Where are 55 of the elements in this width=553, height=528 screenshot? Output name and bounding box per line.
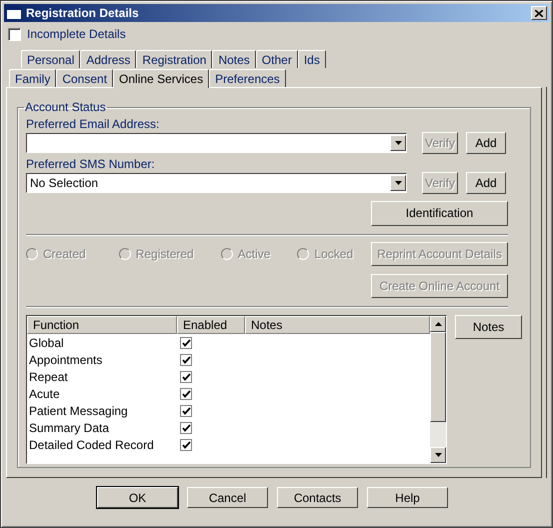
add-button[interactable]: Add bbox=[466, 172, 506, 194]
enabled-checkbox[interactable] bbox=[180, 388, 192, 400]
close-button[interactable] bbox=[531, 6, 547, 20]
enabled-checkbox[interactable] bbox=[180, 336, 192, 348]
dialog-button[interactable]: OK bbox=[97, 487, 178, 508]
checkbox-label: Incomplete Details bbox=[27, 27, 126, 41]
tab[interactable]: Registration bbox=[136, 50, 212, 68]
down-arrow-icon bbox=[394, 181, 402, 185]
table-cell-text: Summary Data bbox=[28, 420, 110, 434]
tab[interactable]: Online Services bbox=[113, 69, 210, 88]
field-label: Preferred Email Address: bbox=[26, 116, 160, 132]
group-title: Account Status bbox=[24, 100, 107, 114]
table-cell-text: Global bbox=[28, 336, 65, 350]
tab[interactable]: Address bbox=[80, 50, 136, 68]
field-label: Preferred SMS Number: bbox=[26, 156, 156, 172]
enabled-checkbox[interactable] bbox=[180, 370, 192, 382]
window-icon bbox=[6, 6, 22, 20]
dialog-button[interactable]: Cancel bbox=[187, 487, 268, 508]
radio-label: Registered bbox=[136, 247, 194, 261]
dialog-button[interactable]: Help bbox=[367, 487, 448, 508]
close-icon bbox=[535, 10, 543, 16]
identification-button[interactable]: Identification bbox=[371, 200, 508, 226]
enabled-checkbox[interactable] bbox=[180, 438, 192, 450]
incomplete-checkbox[interactable] bbox=[8, 28, 21, 40]
combo-box[interactable]: No Selection bbox=[26, 173, 407, 193]
notes-button[interactable]: Notes bbox=[455, 315, 522, 339]
table-cell-text: Appointments bbox=[28, 352, 104, 366]
table-cell-text: Patient Messaging bbox=[28, 404, 129, 418]
tab[interactable]: Personal bbox=[21, 50, 80, 68]
tab[interactable]: Consent bbox=[56, 69, 114, 87]
tab[interactable]: Notes bbox=[212, 50, 256, 68]
down-arrow-icon bbox=[394, 141, 402, 145]
column-header[interactable]: Function bbox=[27, 316, 177, 334]
radio-label: Created bbox=[43, 247, 86, 261]
column-header[interactable]: Enabled bbox=[177, 316, 245, 334]
dialog-button[interactable]: Contacts bbox=[277, 487, 358, 508]
combo-box[interactable] bbox=[26, 133, 407, 153]
scrollbar[interactable] bbox=[430, 316, 446, 463]
down-arrow-icon bbox=[434, 453, 442, 457]
enabled-checkbox[interactable] bbox=[180, 404, 192, 416]
table-cell-text: Acute bbox=[28, 386, 61, 400]
enabled-checkbox[interactable] bbox=[180, 422, 192, 434]
tab[interactable]: Preferences bbox=[209, 69, 286, 87]
table-cell-text: Repeat bbox=[28, 370, 69, 384]
enabled-checkbox[interactable] bbox=[180, 354, 192, 366]
tab[interactable]: Other bbox=[256, 50, 298, 68]
tab[interactable]: Family bbox=[9, 69, 56, 87]
column-header[interactable]: Notes bbox=[245, 316, 430, 334]
tab[interactable]: Ids bbox=[298, 50, 326, 68]
table-cell-text: Detailed Coded Record bbox=[28, 438, 155, 452]
radio-label: Active bbox=[238, 247, 270, 261]
radio-label: Locked bbox=[314, 247, 354, 261]
add-button[interactable]: Add bbox=[466, 132, 506, 154]
window-title: Registration Details bbox=[26, 6, 140, 20]
up-arrow-icon bbox=[434, 322, 442, 326]
